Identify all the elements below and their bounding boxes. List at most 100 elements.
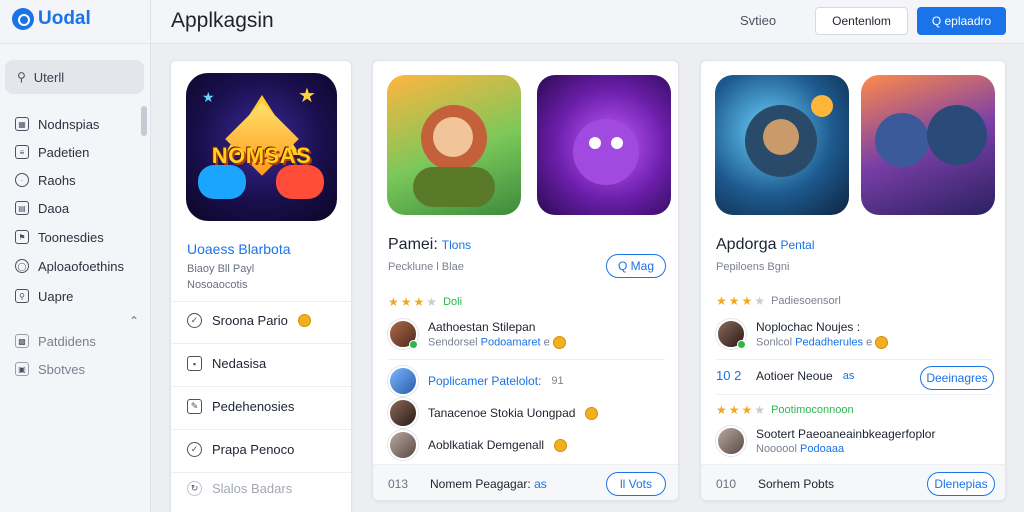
brand[interactable]: Uodal — [12, 8, 91, 30]
sidebar-item-3[interactable]: ▤ Daoa — [15, 198, 69, 218]
list-item[interactable]: Noplochac Noujes : Sonlcol Pedadherules … — [716, 319, 889, 349]
list-item[interactable]: Tanacenoe Stokia Uongpad — [388, 398, 599, 428]
sidebar-scrollbar[interactable] — [141, 106, 147, 136]
app-card-3[interactable]: Apdorga Pental Pepiloens Bgni ★ ★ ★ ★ Pad… — [700, 60, 1006, 501]
footer-link[interactable]: as — [534, 477, 547, 491]
circle-icon: · — [15, 173, 29, 187]
header-primary-button[interactable]: Q eplaadro — [917, 7, 1006, 35]
grid-icon: ▦ — [15, 117, 29, 131]
row-label: Sroona Pario — [212, 313, 288, 328]
game-art-image[interactable] — [387, 75, 521, 215]
footer-count: 013 — [388, 477, 409, 491]
list-item[interactable]: Aathoestan Stilepan Sendorsel Podoamaret… — [388, 319, 566, 349]
game-art-image[interactable] — [537, 75, 671, 215]
card-subtitle: Pecklune l Blae — [388, 261, 464, 273]
game-logo-image[interactable]: ★ ★ NOMSAS — [186, 73, 337, 221]
card-title[interactable]: Pamei: Tlons — [388, 236, 471, 254]
list-item-title: Aathoestan Stilepan — [428, 319, 536, 334]
sidebar-item-6[interactable]: ⚲ Uapre — [15, 286, 73, 306]
star-icon: ★ — [728, 294, 740, 308]
avatar — [388, 319, 418, 349]
list-item[interactable]: Aoblkatiak Demgenall — [388, 430, 568, 460]
sub-prefix: Sonlcol — [756, 335, 793, 348]
sidebar-item-2[interactable]: · Raohs — [15, 170, 76, 190]
header-outline-button[interactable]: Oentenlom — [815, 7, 908, 35]
row-label: Prapa Penoco — [212, 442, 295, 457]
sub-link[interactable]: Pedadherules — [795, 336, 863, 348]
star-icon: ★ — [716, 294, 727, 308]
header-link[interactable]: Svtieo — [740, 13, 776, 28]
sidebar-item-5[interactable]: ◯ Aploaofoethins — [15, 256, 124, 276]
row-label: Nedasisa — [212, 356, 267, 371]
divider — [171, 386, 351, 387]
list-item[interactable]: Sootert Paeoaneainbkeagerfoplor Noooool … — [716, 426, 935, 456]
footer-count: 010 — [716, 477, 737, 491]
sub-prefix: Noooool — [756, 443, 797, 455]
card-title[interactable]: Apdorga Pental — [716, 236, 815, 254]
sidebar-item-label: Daoa — [38, 200, 70, 216]
sidebar-item-label: Patdidens — [38, 333, 96, 349]
list-item-count: 10 2 — [716, 368, 742, 383]
controller-left-shape — [198, 165, 246, 199]
footer-text: Sorhem Pobts — [758, 477, 835, 491]
game-art-image[interactable] — [861, 75, 995, 215]
divider — [716, 359, 993, 360]
sub-prefix: Sendorsel — [428, 335, 478, 348]
page-title: Applkagsin — [171, 9, 274, 32]
eye-shape — [611, 137, 623, 149]
card2-footer-button[interactable]: ll Vots — [606, 472, 666, 496]
star-icon: ★ — [716, 403, 727, 417]
card-title[interactable]: Uoaess Blarbota — [187, 241, 291, 257]
card1-row-1[interactable]: ▪ Nedasisa — [187, 356, 266, 371]
sidebar-item-1[interactable]: ≡ Padetien — [15, 142, 89, 162]
card3-footer-button[interactable]: Dlenepias — [927, 472, 995, 496]
divider — [171, 301, 351, 302]
refresh-icon: ↻ — [187, 481, 202, 496]
sub-link[interactable]: Podoaaa — [800, 443, 844, 455]
card-title-text: Pamei: — [388, 236, 438, 253]
sidebar-item-8[interactable]: ▣ Sbotves — [15, 359, 85, 379]
coin-icon — [585, 406, 599, 420]
sub-link[interactable]: Podoamaret — [481, 336, 541, 348]
top-bar: Uodal Applkagsin Svtieo Oentenlom Q epla… — [0, 0, 1024, 44]
star-icon: ★ — [298, 85, 316, 107]
sidebar-item-4[interactable]: ⚑ Toonesdies — [15, 227, 104, 247]
flag-icon: ⚑ — [15, 230, 29, 244]
sidebar-search[interactable]: ⚲ Uterll — [5, 60, 144, 94]
list-item-title: Poplicamer Patelolot: — [428, 374, 542, 388]
avatar — [388, 366, 418, 396]
list-item-link[interactable]: as — [843, 370, 855, 382]
card1-row-3[interactable]: ✓ Prapa Penoco — [187, 442, 294, 457]
app-card-2[interactable]: Pamei: Tlons Pecklune l Blae Q Mag ★ ★ ★ … — [372, 60, 679, 501]
card2-pill-button[interactable]: Q Mag — [606, 254, 666, 278]
star-icon: ★ — [754, 403, 766, 417]
card1-row-0[interactable]: ✓ Sroona Pario — [187, 313, 311, 328]
star-icon: ★ — [741, 294, 753, 308]
list-item-sub: Sonlcol Pedadherules e — [756, 335, 889, 349]
coin-icon — [552, 335, 566, 349]
brand-name: Uodal — [38, 8, 91, 29]
row-label: Slalos Badars — [212, 481, 293, 496]
chevron-up-icon[interactable]: ⌃ — [129, 314, 139, 328]
star-icon: ★ — [754, 294, 766, 308]
star-icon: ★ — [400, 295, 412, 309]
card1-row-2[interactable]: ✎ Pedehenosies — [187, 399, 294, 414]
card1-row-4[interactable]: ↻ Slalos Badars — [187, 481, 292, 496]
sidebar-item-label: Uapre — [38, 288, 74, 304]
coin-icon — [554, 438, 568, 452]
sidebar-item-0[interactable]: ▦ Nodnspias — [15, 114, 99, 134]
edit-icon: ✎ — [187, 399, 202, 414]
rating-stars: ★ ★ ★ ★ Padiesoensorl — [716, 294, 841, 308]
card3-mid-button[interactable]: Deeinagres — [920, 366, 994, 390]
app-card-1[interactable]: ★ ★ NOMSAS Uoaess Blarbota Biaoy Bll Pay… — [170, 60, 352, 512]
list-item-sub: Noooool Podoaaa — [756, 443, 935, 455]
game-art-image[interactable] — [715, 75, 849, 215]
body-shape — [413, 167, 495, 207]
list-item[interactable]: 10 2 Aotioer Neoue as — [716, 368, 854, 383]
rating-stars: ★ ★ ★ ★ Doli — [388, 295, 462, 309]
avatar — [716, 319, 746, 349]
sidebar-item-7[interactable]: ▩ Patdidens — [15, 331, 96, 351]
sidebar-divider — [150, 0, 151, 512]
card-subtitle: Pepiloens Bgni — [716, 261, 790, 273]
list-item[interactable]: Poplicamer Patelolot: 91 — [388, 366, 564, 396]
